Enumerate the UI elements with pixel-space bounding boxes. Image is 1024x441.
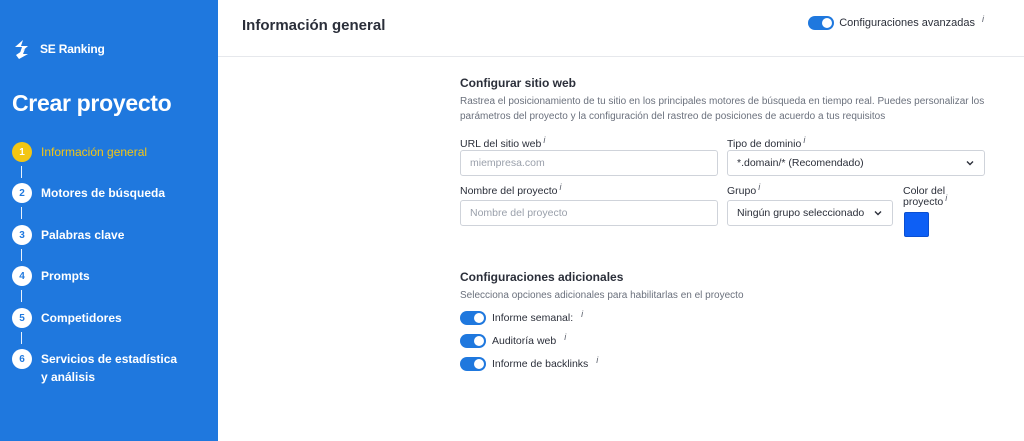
chevron-down-icon [874,211,882,216]
step-motores-de-busqueda[interactable]: 2 Motores de búsqueda [12,183,165,203]
info-icon[interactable]: i [803,135,805,145]
additional-settings-section: Configuraciones adicionales Selecciona o… [460,270,990,303]
configure-site-section: Configurar sitio web Rastrea el posicion… [460,76,990,124]
step-servicios-de-estadistica[interactable]: 6 Servicios de estadística y análisis [12,349,182,386]
advanced-settings-label: Configuraciones avanzadas [839,17,975,29]
weekly-report-toggle[interactable] [460,311,486,325]
step-connector [21,249,22,261]
logo-text: SE Ranking [40,42,105,56]
sidebar-title: Crear proyecto [12,90,172,116]
step-label: Prompts [41,269,90,283]
step-informacion-general[interactable]: 1 Información general [12,142,147,162]
step-label: Competidores [41,311,122,325]
option-backlinks-report: Informe de backlinks i [460,355,598,371]
option-label: Informe de backlinks [492,358,589,370]
url-input[interactable] [460,150,718,176]
group-label: Grupo i [727,182,760,197]
step-connector [21,290,22,302]
step-label: Información general [41,145,148,159]
advanced-settings: Configuraciones avanzadas i [808,14,984,30]
step-number: 2 [12,183,32,203]
section-description: Selecciona opciones adicionales para hab… [460,290,744,301]
web-audit-toggle[interactable] [460,334,486,348]
step-number: 5 [12,308,32,328]
option-weekly-report: Informe semanal: i [460,309,583,325]
chevron-down-icon [966,161,974,166]
logo[interactable]: SE Ranking [12,38,105,60]
step-number: 6 [12,349,32,369]
step-palabras-clave[interactable]: 3 Palabras clave [12,225,124,245]
option-web-audit: Auditoría web i [460,332,566,348]
group-value: Ningún grupo seleccionado [737,207,865,219]
step-connector [21,332,22,344]
step-competidores[interactable]: 5 Competidores [12,308,122,328]
option-label: Auditoría web [492,335,557,347]
info-icon[interactable]: i [581,309,583,319]
section-description: Rastrea el posicionamiento de tu sitio e… [460,96,985,122]
info-icon[interactable]: i [596,355,598,365]
domain-type-value: *.domain/* (Recomendado) [737,157,864,169]
section-title: Configuraciones adicionales [460,270,624,284]
option-label: Informe semanal: [492,312,574,324]
project-name-label: Nombre del proyecto i [460,182,561,197]
step-connector [21,207,22,219]
step-label: Servicios de estadística y análisis [41,352,178,384]
info-icon[interactable]: i [982,14,984,24]
project-color-swatch[interactable] [904,212,929,237]
page-title: Información general [242,17,386,34]
step-label: Motores de búsqueda [41,186,166,200]
step-number: 1 [12,142,32,162]
sidebar: SE Ranking Crear proyecto 1 Información … [0,0,218,441]
project-color-label: Color del proyecto i [903,186,963,208]
info-icon[interactable]: i [945,193,947,203]
domain-type-label: Tipo de dominio i [727,135,805,150]
project-color-label-text: Color del proyecto [903,185,946,208]
group-label-text: Grupo [727,185,757,197]
step-label: Palabras clave [41,228,125,242]
step-prompts[interactable]: 4 Prompts [12,266,90,286]
info-icon[interactable]: i [758,182,760,192]
backlinks-report-toggle[interactable] [460,357,486,371]
url-label-text: URL del sitio web [460,138,542,150]
group-select[interactable]: Ningún grupo seleccionado [727,200,893,226]
advanced-settings-toggle[interactable] [808,16,835,30]
domain-type-select[interactable]: *.domain/* (Recomendado) [727,150,985,176]
step-connector [21,166,22,178]
project-name-input[interactable] [460,200,718,226]
domain-type-label-text: Tipo de dominio [727,138,802,150]
info-icon[interactable]: i [559,182,561,192]
section-title: Configurar sitio web [460,76,577,90]
info-icon[interactable]: i [543,135,545,145]
step-number: 4 [12,266,32,286]
se-ranking-logo-icon [15,40,28,59]
step-number: 3 [12,225,32,245]
url-label: URL del sitio web i [460,135,545,150]
info-icon[interactable]: i [564,332,566,342]
project-name-label-text: Nombre del proyecto [460,185,558,197]
